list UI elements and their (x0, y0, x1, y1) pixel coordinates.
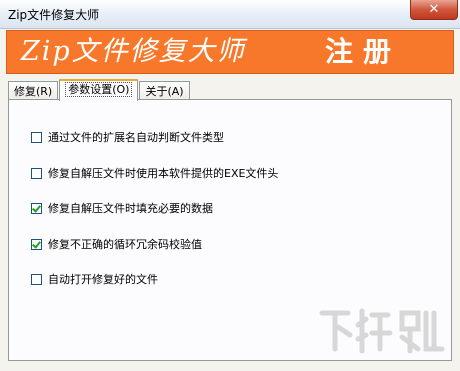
checkbox[interactable] (31, 273, 42, 285)
checkbox[interactable] (31, 131, 42, 143)
option-label: 修复不正确的循环冗余码校验值 (48, 238, 202, 251)
option-label: 通过文件的扩展名自动判断文件类型 (48, 131, 224, 144)
close-button[interactable]: ✕ (410, 0, 458, 20)
option-use-exe-header[interactable]: 修复自解压文件时使用本软件提供的EXE文件头 (31, 165, 278, 181)
register-button[interactable]: 注册 (325, 36, 401, 68)
option-auto-detect-type[interactable]: 通过文件的扩展名自动判断文件类型 (31, 129, 224, 145)
option-fill-data[interactable]: 修复自解压文件时填充必要的数据 (31, 200, 213, 216)
option-label: 自动打开修复好的文件 (48, 273, 158, 286)
app-banner: Zip文件修复大师 注册 (6, 30, 454, 74)
tab-strip: 修复(R) 参数设置(O) 关于(A) (8, 79, 191, 101)
tab-repair-label: 修复(R) (14, 85, 53, 98)
title-bar: Zip文件修复大师 ✕ (0, 0, 460, 29)
tab-settings[interactable]: 参数设置(O) (59, 79, 139, 101)
option-auto-open[interactable]: 自动打开修复好的文件 (31, 271, 158, 287)
checkbox[interactable] (31, 238, 42, 250)
banner-app-name: Zip文件修复大师 (21, 36, 246, 67)
window-title: Zip文件修复大师 (8, 8, 100, 22)
option-fix-crc[interactable]: 修复不正确的循环冗余码校验值 (31, 236, 202, 252)
option-label: 修复自解压文件时使用本软件提供的EXE文件头 (48, 167, 279, 180)
tab-settings-label: 参数设置(O) (65, 82, 133, 97)
option-label: 修复自解压文件时填充必要的数据 (48, 202, 213, 215)
tab-about-label: 关于(A) (145, 85, 184, 98)
checkbox[interactable] (31, 202, 42, 214)
tab-about[interactable]: 关于(A) (139, 81, 190, 101)
watermark-logo (319, 308, 445, 354)
checkbox[interactable] (31, 167, 42, 179)
tab-repair[interactable]: 修复(R) (8, 81, 59, 101)
